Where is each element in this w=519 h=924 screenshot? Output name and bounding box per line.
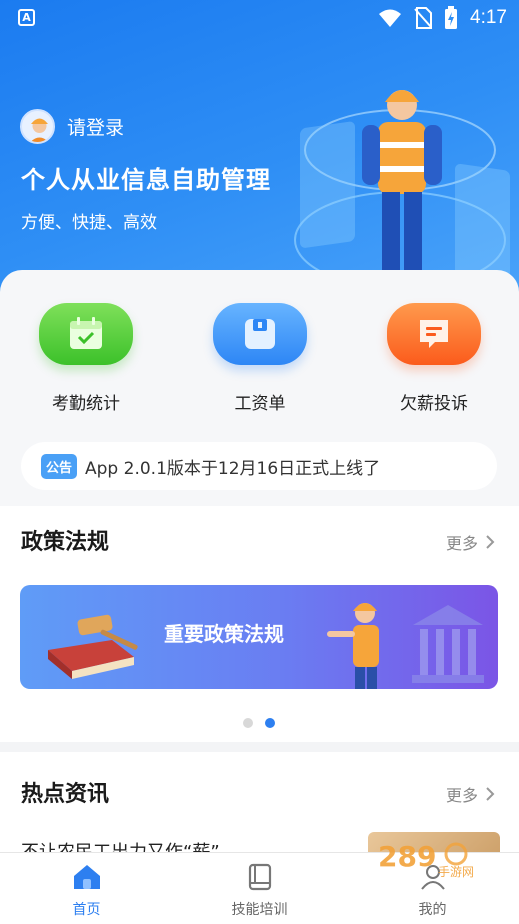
announcement-text[interactable]: App 2.0.1版本于12月16日正式上线了 (85, 454, 380, 479)
svg-text:手游网: 手游网 (438, 865, 474, 878)
policy-more-link[interactable]: 更多 (446, 530, 495, 554)
main-card: 考勤统计 工资单 欠薪投诉 公告 App 2.0.1版本于12月16日正式上线了 (0, 270, 519, 506)
no-sim-icon (414, 7, 433, 29)
chevron-right-icon (486, 787, 495, 801)
site-watermark-logo: 289 手游网 (378, 840, 474, 878)
worker-illustration (294, 90, 510, 291)
avatar[interactable] (20, 109, 55, 144)
tab-mine-label: 我的 (418, 902, 447, 918)
worker-pointing-icon (327, 603, 379, 689)
payslip-button[interactable]: 工资单 (195, 303, 325, 414)
policy-more-label[interactable]: 更多 (446, 530, 478, 554)
svg-text:289: 289 (378, 840, 436, 873)
login-prompt[interactable]: 请登录 (67, 113, 124, 140)
carousel-dot[interactable] (243, 718, 253, 728)
carousel-indicator (243, 718, 275, 728)
wifi-icon (379, 9, 402, 27)
home-icon (73, 865, 100, 889)
attendance-stats-label: 考勤统计 (52, 394, 120, 414)
hero-subtitle: 方便、快捷、高效 (21, 213, 157, 233)
news-more-link[interactable]: 更多 (446, 782, 495, 806)
quick-actions: 考勤统计 工资单 欠薪投诉 (0, 303, 519, 414)
gavel-book-icon (48, 614, 138, 679)
tab-skill-training[interactable]: 技能培训 (173, 853, 346, 924)
tab-home[interactable]: 首页 (0, 853, 173, 924)
tab-skill-training-label: 技能培训 (231, 902, 288, 918)
status-bar: A 4:17 (0, 0, 519, 36)
policy-banner[interactable]: 重要政策法规 (20, 585, 498, 689)
calendar-check-icon (70, 317, 102, 349)
chevron-right-icon (486, 535, 495, 549)
announcement-bar[interactable]: 公告 App 2.0.1版本于12月16日正式上线了 (21, 442, 497, 490)
app-notification-icon: A (18, 9, 35, 26)
attendance-stats-button[interactable]: 考勤统计 (21, 303, 151, 414)
wallet-icon (245, 319, 275, 349)
announcement-tag: 公告 (41, 453, 78, 479)
login-entry[interactable]: 请登录 (20, 109, 124, 144)
hero-banner: A 4:17 请登录 个人从业信息自助管理 方便、快捷、高效 (0, 0, 519, 300)
policy-section: 政策法规 更多 重要政策法规 (0, 506, 519, 742)
courthouse-icon (412, 605, 484, 683)
tab-home-label: 首页 (72, 902, 101, 918)
complaint-doc-icon (420, 320, 448, 348)
policy-title: 政策法规 (21, 530, 110, 555)
battery-charging-icon (445, 6, 458, 29)
wage-complaint-label: 欠薪投诉 (400, 394, 468, 414)
wage-complaint-button[interactable]: 欠薪投诉 (369, 303, 499, 414)
status-time: 4:17 (470, 7, 507, 28)
carousel-dot-active[interactable] (265, 718, 275, 728)
hero-title: 个人从业信息自助管理 (21, 166, 271, 194)
news-more-label[interactable]: 更多 (446, 782, 478, 806)
news-title: 热点资讯 (21, 782, 110, 807)
payslip-label: 工资单 (234, 394, 286, 414)
book-icon (248, 863, 271, 891)
banner-title[interactable]: 重要政策法规 (164, 618, 284, 647)
